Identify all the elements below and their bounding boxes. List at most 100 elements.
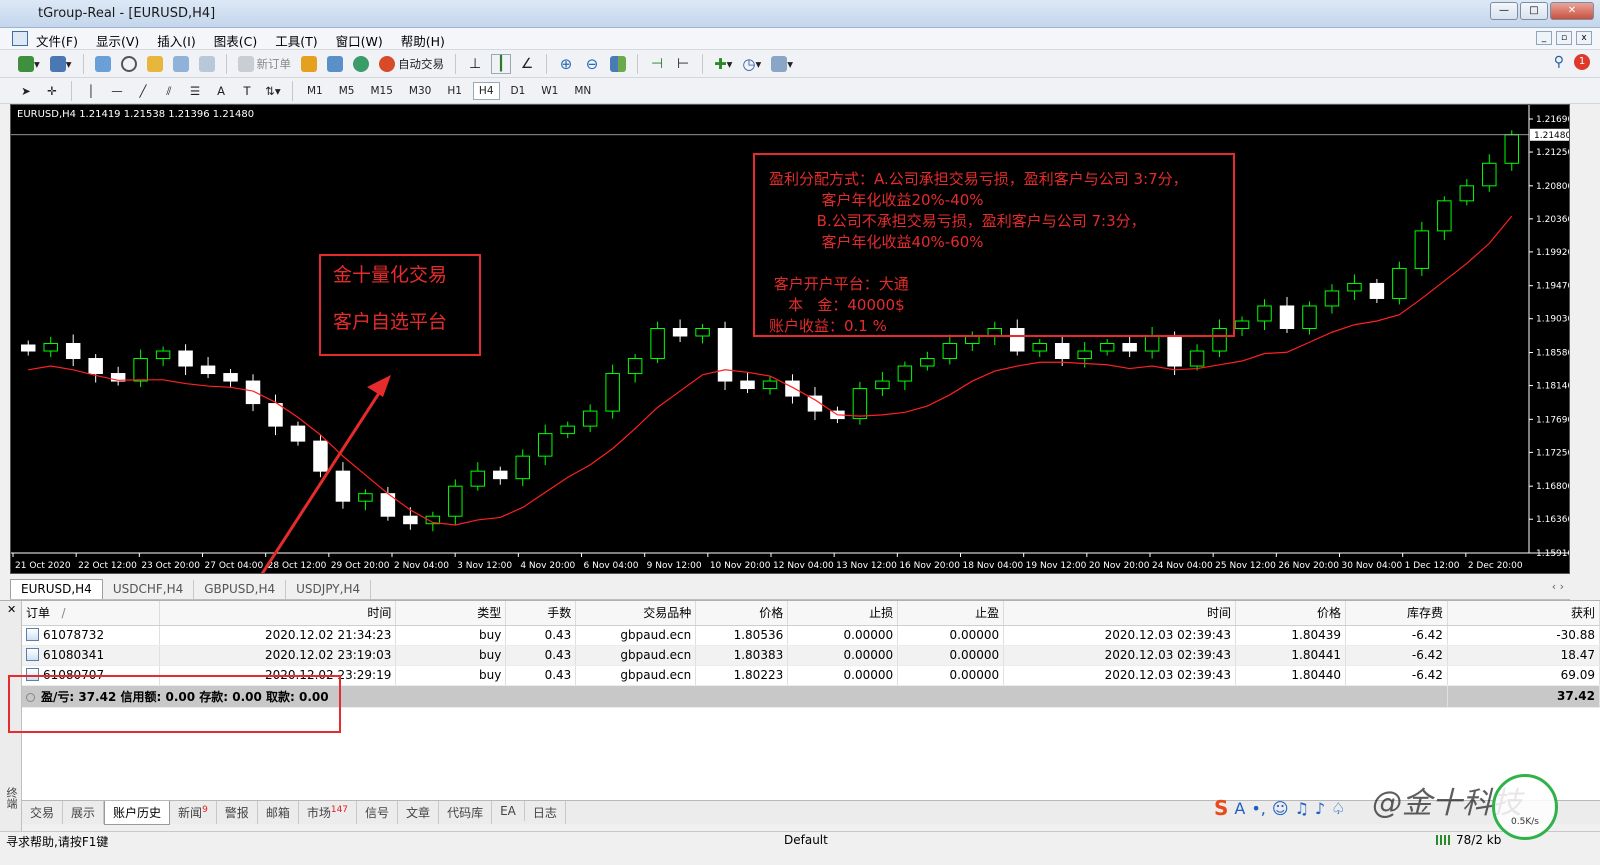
col-close-time[interactable]: 时间 <box>1003 601 1237 626</box>
terminal-close-icon[interactable]: ✕ <box>7 603 16 616</box>
bottom-tab[interactable]: 交易 <box>22 801 64 824</box>
periods-button[interactable]: ◷ ▾ <box>740 54 763 74</box>
indicators-button[interactable]: ✚ ▾ <box>712 54 734 74</box>
timeframe-m30[interactable]: M30 <box>404 83 436 99</box>
maximize-button[interactable]: □ <box>1520 2 1548 20</box>
timeframe-m1[interactable]: M1 <box>302 83 328 99</box>
horizontal-line-tool[interactable]: — <box>107 81 127 101</box>
timeframe-h4[interactable]: H4 <box>472 82 500 100</box>
text-tool[interactable]: A <box>211 81 231 101</box>
timeframe-m15[interactable]: M15 <box>366 83 398 99</box>
status-profile: Default <box>784 833 828 847</box>
table-row[interactable]: 61078732 2020.12.02 21:34:23 buy 0.43 gb… <box>22 625 1600 646</box>
mdi-minimize-button[interactable]: _ <box>1536 31 1552 45</box>
cursor-tool[interactable]: ➤ <box>16 81 36 101</box>
ime-mic-icon[interactable]: ♪ <box>1315 799 1325 818</box>
channel-tool[interactable]: ⫽ <box>159 81 179 101</box>
time-tick-label: 22 Oct 12:00 <box>78 561 137 571</box>
bottom-tab[interactable]: 信号 <box>357 801 399 824</box>
profiles-button[interactable]: ▾ <box>48 54 74 74</box>
bottom-tab[interactable]: 新闻9 <box>170 801 217 824</box>
chart-shift-button[interactable]: ⊢ <box>673 54 693 74</box>
menu-file[interactable]: 文件(F) <box>36 31 78 50</box>
zoom-in-button[interactable]: ⊕ <box>556 54 576 74</box>
ime-emoji-icon[interactable]: ☺ <box>1272 799 1289 818</box>
bottom-tab[interactable]: 账户历史 <box>104 801 171 825</box>
col-type[interactable]: 类型 <box>395 601 507 626</box>
col-sl[interactable]: 止损 <box>787 601 899 626</box>
tester-button[interactable] <box>197 54 217 74</box>
col-profit[interactable]: 获利 <box>1447 601 1600 626</box>
terminal-button[interactable] <box>171 54 191 74</box>
arrows-tool[interactable]: ⇅ ▾ <box>263 81 283 101</box>
new-chart-button[interactable]: ▾ <box>16 54 42 74</box>
close-button[interactable]: ✕ <box>1550 2 1594 20</box>
line-chart-button[interactable]: ∠ <box>517 54 537 74</box>
vertical-line-tool[interactable]: │ <box>81 81 101 101</box>
templates-button[interactable]: ▾ <box>769 54 795 74</box>
timeframe-m5[interactable]: M5 <box>334 83 360 99</box>
bottom-tab[interactable]: 邮箱 <box>258 801 299 824</box>
menu-view[interactable]: 显示(V) <box>96 31 139 50</box>
col-order[interactable]: 订单 / <box>22 601 161 626</box>
price-chart[interactable]: 1.21690 1.21250 1.20800 1.20360 1.19920 1.194… <box>10 104 1570 574</box>
symbol-tab-usdchf[interactable]: USDCHF,H4 <box>103 580 195 599</box>
navigator-button[interactable] <box>145 54 165 74</box>
menu-insert[interactable]: 插入(I) <box>157 31 195 50</box>
zoom-out-button[interactable]: ⊖ <box>582 54 602 74</box>
mdi-close-button[interactable]: x <box>1576 31 1592 45</box>
auto-trading-button[interactable]: 自动交易 <box>377 54 446 74</box>
symbol-tab-usdjpy[interactable]: USDJPY,H4 <box>286 580 372 599</box>
ime-english-icon[interactable]: A <box>1234 799 1245 818</box>
menu-tools[interactable]: 工具(T) <box>275 31 317 50</box>
bottom-tab[interactable]: 日志 <box>525 801 566 824</box>
col-open-time[interactable]: 时间 <box>159 601 397 626</box>
timeframe-h1[interactable]: H1 <box>442 83 467 99</box>
ime-logo[interactable]: S <box>1214 796 1228 820</box>
trendline-tool[interactable]: ╱ <box>133 81 153 101</box>
data-window-button[interactable] <box>119 54 139 74</box>
ime-skin-icon[interactable]: ♤ <box>1331 799 1345 818</box>
col-tp[interactable]: 止盈 <box>897 601 1005 626</box>
bottom-tab[interactable]: 文章 <box>398 801 440 824</box>
tile-windows-button[interactable] <box>608 54 628 74</box>
mdi-restore-button[interactable]: ▫ <box>1556 31 1572 45</box>
market-button[interactable] <box>351 54 371 74</box>
bottom-tab[interactable]: EA <box>492 801 525 821</box>
search-icon[interactable]: ⚲ <box>1554 54 1564 70</box>
crosshair-tool[interactable]: ✛ <box>42 81 62 101</box>
notification-badge[interactable]: 1 <box>1574 54 1590 70</box>
timeframe-d1[interactable]: D1 <box>506 83 531 99</box>
fibo-tool[interactable]: ☰ <box>185 81 205 101</box>
menu-help[interactable]: 帮助(H) <box>401 31 445 50</box>
signals-button[interactable] <box>325 54 345 74</box>
col-open-price[interactable]: 价格 <box>695 601 789 626</box>
bottom-tab[interactable]: 市场147 <box>299 801 358 824</box>
bottom-tab[interactable]: 警报 <box>217 801 258 824</box>
bottom-tab[interactable]: 展示 <box>63 801 105 824</box>
candlestick-button[interactable]: ┃ <box>491 54 512 74</box>
symbol-tab-gbpusd[interactable]: GBPUSD,H4 <box>194 580 287 599</box>
bottom-tab[interactable]: 代码库 <box>439 801 493 824</box>
minimize-button[interactable]: — <box>1490 2 1518 20</box>
menu-window[interactable]: 窗口(W) <box>336 31 383 50</box>
ime-voice-icon[interactable]: ♫ <box>1295 799 1309 818</box>
market-watch-button[interactable] <box>93 54 113 74</box>
tab-scroll-arrows[interactable]: ‹ › <box>1552 580 1564 593</box>
symbol-tab-eurusd[interactable]: EURUSD,H4 <box>10 579 103 599</box>
ime-punct-icon[interactable]: •, <box>1251 799 1266 818</box>
auto-scroll-button[interactable]: ⊣ <box>647 54 667 74</box>
col-lots[interactable]: 手数 <box>505 601 577 626</box>
metaeditor-button[interactable] <box>299 54 319 74</box>
bar-chart-button[interactable]: ⊥ <box>465 54 485 74</box>
col-symbol[interactable]: 交易品种 <box>575 601 697 626</box>
timeframe-mn[interactable]: MN <box>569 83 596 99</box>
col-close-price[interactable]: 价格 <box>1235 601 1346 626</box>
app-icon[interactable] <box>12 31 28 46</box>
col-swap[interactable]: 库存费 <box>1345 601 1448 626</box>
table-row[interactable]: 61080341 2020.12.02 23:19:03 buy 0.43 gb… <box>22 645 1600 666</box>
label-tool[interactable]: T <box>237 81 257 101</box>
menu-charts[interactable]: 图表(C) <box>214 31 257 50</box>
timeframe-w1[interactable]: W1 <box>536 83 563 99</box>
new-order-button[interactable]: 新订单 <box>236 54 294 74</box>
